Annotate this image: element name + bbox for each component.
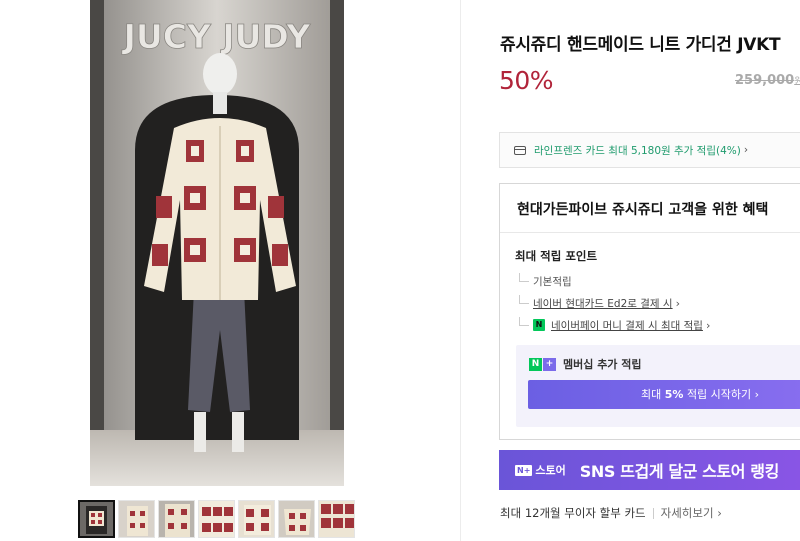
- chevron-right-icon: ›: [675, 296, 680, 310]
- storefront-sign: JUCY JUDY: [122, 17, 312, 56]
- banner-text: SNS 뜨겁게 달군 스토어 랭킹: [579, 462, 780, 481]
- installment-info: 최대 12개월 무이자 할부 카드 자세히보기 ›: [500, 505, 722, 521]
- tree-branch: [519, 316, 529, 326]
- detail-link[interactable]: 자세히보기 ›: [661, 505, 722, 521]
- points-list: 기본적립 네이버 현대카드 Ed2로 결제 시 › N 네이버페이 머니 결제 …: [519, 270, 710, 336]
- max-points-subheading: 최대 적립 포인트: [515, 249, 598, 263]
- membership-label: 멤버십 추가 적립: [563, 358, 642, 371]
- naverpay-icon: N: [533, 319, 545, 331]
- chevron-right-icon: ›: [743, 144, 749, 156]
- benefit-box: 현대가든파이브 쥬시쥬디 고객을 위한 혜택 최대 적립 포인트 기본적립 네이…: [499, 183, 800, 440]
- currency-unit: 원: [794, 77, 800, 87]
- product-title: 쥬시쥬디 핸드메이드 니트 가디건 JVKT: [500, 35, 781, 55]
- thumbnail-7[interactable]: [318, 500, 355, 538]
- discount-rate: 50%: [499, 66, 554, 95]
- thumbnail-strip: [78, 500, 355, 538]
- main-product-image[interactable]: JUCY JUDY: [90, 0, 344, 486]
- chevron-right-icon: ›: [754, 388, 760, 401]
- thumbnail-5[interactable]: [238, 500, 275, 538]
- tree-branch: [519, 294, 529, 304]
- thumbnail-4[interactable]: [198, 500, 235, 538]
- thumbnail-2[interactable]: [118, 500, 155, 538]
- naver-plus-icon: N +: [529, 357, 556, 371]
- thumbnail-6[interactable]: [278, 500, 315, 538]
- naver-plus-store-logo: N+ 스토어: [515, 464, 566, 477]
- card-promo-text: 라인프렌즈 카드 최대 5,180원 추가 적립(4%): [534, 144, 741, 157]
- benefit-heading: 현대가든파이브 쥬시쥬디 고객을 위한 혜택: [500, 184, 800, 233]
- store-ranking-banner[interactable]: N+ 스토어 SNS 뜨겁게 달군 스토어 랭킹: [499, 450, 800, 490]
- product-info-panel: 쥬시쥬디 핸드메이드 니트 가디건 JVKT 50% 259,000원 라인프렌…: [461, 0, 800, 541]
- membership-rate: 5%: [664, 388, 684, 401]
- product-gallery: JUCY JUDY: [0, 0, 460, 541]
- points-item-label: 기본적립: [533, 275, 572, 288]
- points-item-link[interactable]: 네이버페이 머니 결제 시 최대 적립: [551, 318, 703, 333]
- points-item-hyundai-card[interactable]: 네이버 현대카드 Ed2로 결제 시 ›: [519, 292, 710, 314]
- points-item-basic: 기본적립: [519, 270, 710, 292]
- mannequin-cardigan-photo: JUCY JUDY: [90, 0, 344, 486]
- chevron-right-icon: ›: [705, 318, 711, 332]
- tree-branch: [519, 272, 529, 282]
- card-point-promo[interactable]: 라인프렌즈 카드 최대 5,180원 추가 적립(4%) ›: [499, 132, 800, 168]
- chevron-right-icon: ›: [717, 506, 722, 520]
- original-price-value: 259,000: [735, 73, 795, 88]
- membership-box: N + 멤버십 추가 적립 최대 5% 적립 시작하기 ›: [516, 345, 800, 427]
- installment-text: 최대 12개월 무이자 할부 카드: [500, 506, 646, 520]
- membership-label-row: N + 멤버십 추가 적립: [529, 356, 642, 372]
- points-item-link[interactable]: 네이버 현대카드 Ed2로 결제 시: [533, 296, 673, 311]
- start-membership-button[interactable]: 최대 5% 적립 시작하기 ›: [528, 380, 800, 409]
- credit-card-icon: [514, 145, 526, 155]
- original-price: 259,000원: [735, 73, 800, 88]
- points-item-npay-money[interactable]: N 네이버페이 머니 결제 시 최대 적립 ›: [519, 314, 710, 336]
- separator: [652, 507, 654, 519]
- thumbnail-3[interactable]: [158, 500, 195, 538]
- thumbnail-1[interactable]: [78, 500, 115, 538]
